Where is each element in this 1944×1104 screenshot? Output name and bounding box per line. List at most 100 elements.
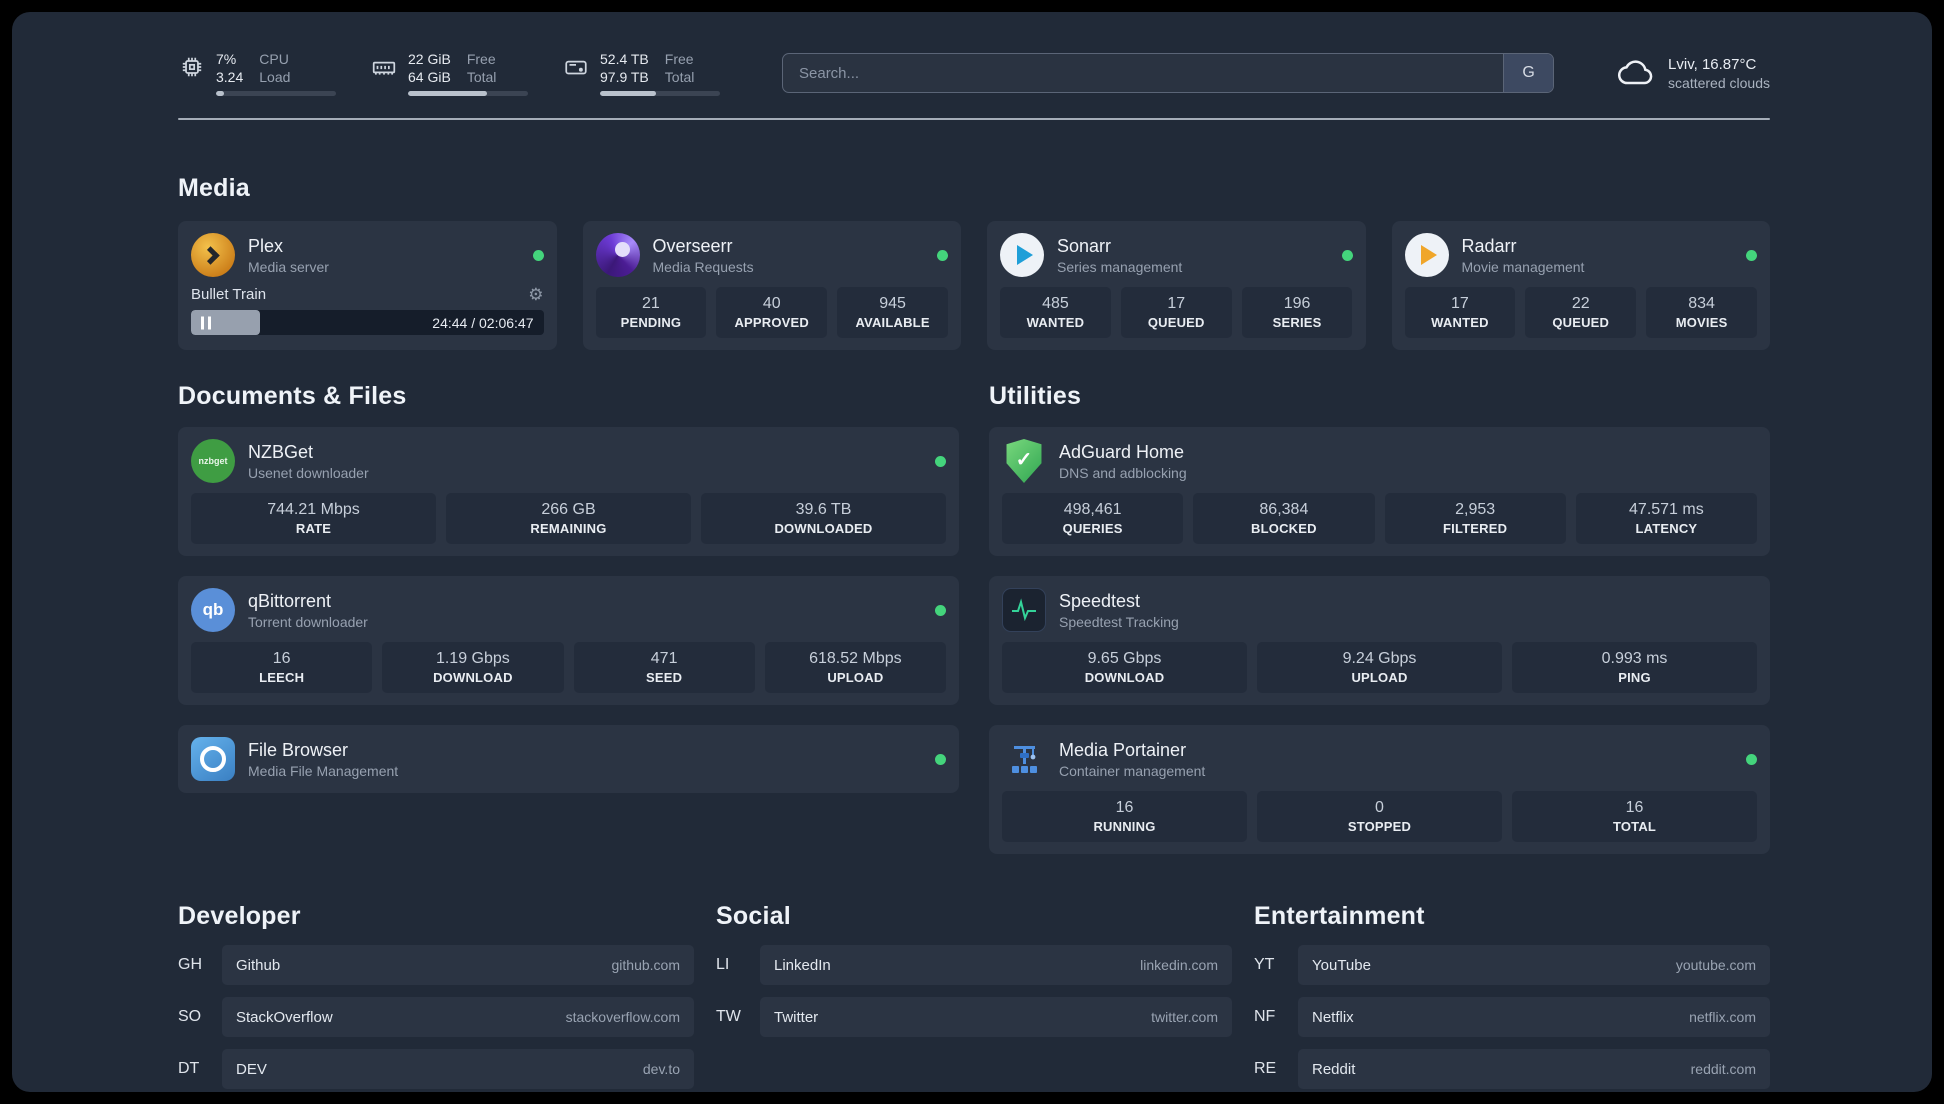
memory-label-free: Free [466, 51, 496, 67]
section-title-utilities: Utilities [989, 382, 1082, 410]
cpu-widget: 7% 3.24 CPU Load [178, 50, 336, 96]
service-description: DNS and adblocking [1059, 464, 1187, 481]
service-card-speedtest[interactable]: Speedtest Speedtest Tracking 9.65 Gbps D… [989, 576, 1770, 705]
bookmark-dev[interactable]: DT DEV dev.to [178, 1049, 694, 1089]
memory-total-value: 64 GiB [408, 69, 451, 85]
radarr-icon [1404, 233, 1449, 277]
disk-free-value: 52.4 TB [600, 51, 649, 67]
service-card-adguard-home[interactable]: AdGuard Home DNS and adblocking 498,461 … [989, 427, 1770, 556]
bookmark-url: twitter.com [1151, 1009, 1218, 1025]
bookmark-pill: DEV dev.to [222, 1049, 694, 1089]
section-title-entertainment: Entertainment [1254, 902, 1425, 930]
bookmark-pill: StackOverflow stackoverflow.com [222, 997, 694, 1037]
stat-total: 16 TOTAL [1512, 791, 1757, 842]
stat-movies: 834 MOVIES [1646, 287, 1757, 338]
bookmark-pill: YouTube youtube.com [1298, 945, 1770, 985]
stat-pending: 21 PENDING [595, 287, 707, 338]
service-description: Media File Management [248, 762, 399, 779]
bookmark-name: Netflix [1312, 1008, 1354, 1026]
section-title-social: Social [716, 902, 791, 930]
stat-seed: 471 SEED [573, 642, 755, 693]
status-dot-online [1746, 753, 1757, 765]
portainer-crane-icon [1002, 737, 1046, 781]
service-card-plex[interactable]: Plex Media server Bullet Train 24:44 / 0… [178, 221, 557, 350]
service-card-portainer[interactable]: Media Portainer Container management 16 … [989, 725, 1770, 854]
stat-stopped: 0 STOPPED [1257, 791, 1502, 842]
bookmark-netflix[interactable]: NF Netflix netflix.com [1254, 997, 1770, 1037]
section-title-media: Media [178, 174, 250, 202]
bookmark-stackoverflow[interactable]: SO StackOverflow stackoverflow.com [178, 997, 694, 1037]
disk-usage-bar [600, 91, 720, 96]
pause-icon[interactable] [201, 316, 211, 329]
seek-bar[interactable]: 24:44 / 02:06:47 [191, 310, 544, 335]
weather-location: Lviv, 16.87°C [1668, 55, 1757, 73]
memory-icon [370, 53, 398, 81]
stat-series: 196 SERIES [1241, 287, 1353, 338]
bookmark-twitter[interactable]: TW Twitter twitter.com [716, 997, 1232, 1037]
disk-total-value: 97.9 TB [600, 69, 649, 85]
bookmark-url: dev.to [642, 1061, 680, 1077]
service-name: AdGuard Home [1059, 441, 1185, 462]
stat-wanted: 485 WANTED [1000, 287, 1111, 338]
service-name: Radarr [1461, 235, 1517, 256]
disk-label-total: Total [664, 69, 695, 85]
service-card-radarr[interactable]: Radarr Movie management 17 WANTED 22 QUE… [1391, 221, 1770, 350]
bookmark-youtube[interactable]: YT YouTube youtube.com [1254, 945, 1770, 985]
bookmark-url: netflix.com [1689, 1009, 1756, 1025]
bookmark-name: Twitter [774, 1008, 819, 1026]
bookmarks-entertainment: Entertainment YT YouTube youtube.com NF … [1254, 902, 1770, 1092]
service-name: Media Portainer [1059, 739, 1187, 760]
service-card-qbittorrent[interactable]: qBittorrent Torrent downloader 16 LEECH … [178, 576, 959, 705]
weather-widget: Lviv, 16.87°C scattered clouds [1616, 53, 1770, 93]
service-description: Media Requests [652, 258, 754, 275]
service-card-overseerr[interactable]: Overseerr Media Requests 21 PENDING 40 A… [582, 221, 961, 350]
service-description: Usenet downloader [248, 464, 369, 481]
memory-label-total: Total [466, 69, 497, 85]
service-name: File Browser [248, 739, 349, 760]
stat-queued: 22 QUEUED [1525, 287, 1637, 338]
bookmark-abbr: SO [178, 1008, 202, 1025]
section-title-documents: Documents & Files [178, 382, 407, 410]
memory-usage-fill [408, 91, 488, 96]
stat-downloaded: 39.6 TB DOWNLOADED [701, 493, 946, 544]
stat-download: 9.65 Gbps DOWNLOAD [1002, 642, 1247, 693]
weather-condition: scattered clouds [1668, 74, 1770, 91]
bookmarks: Developer GH Github github.com SO StackO… [178, 902, 1770, 1092]
gear-icon[interactable] [528, 286, 543, 303]
status-dot-online [935, 604, 946, 616]
search-input[interactable] [783, 54, 1504, 92]
bookmark-reddit[interactable]: RE Reddit reddit.com [1254, 1049, 1770, 1089]
service-card-nzbget[interactable]: NZBGet Usenet downloader 744.21 Mbps RAT… [178, 427, 959, 556]
stat-leech: 16 LEECH [191, 642, 373, 693]
search-provider-button[interactable]: G [1503, 54, 1554, 92]
now-playing-title: Bullet Train [191, 286, 267, 303]
bookmark-github[interactable]: GH Github github.com [178, 945, 694, 985]
section-documents: Documents & Files NZBGet Usenet download… [178, 382, 959, 874]
bookmark-pill: LinkedIn linkedin.com [760, 945, 1232, 985]
dashboard-page: 7% 3.24 CPU Load 22 GiB 64 GiB Free Tota… [12, 12, 1932, 1092]
bookmark-name: YouTube [1312, 956, 1371, 974]
stat-queries: 498,461 QUERIES [1002, 493, 1184, 544]
stat-running: 16 RUNNING [1002, 791, 1247, 842]
bookmark-linkedin[interactable]: LI LinkedIn linkedin.com [716, 945, 1232, 985]
bookmark-abbr: GH [178, 956, 202, 973]
service-name: Speedtest [1059, 590, 1141, 611]
service-description: Torrent downloader [248, 613, 368, 630]
bookmark-name: Reddit [1312, 1060, 1356, 1078]
cpu-label-bottom: Load [259, 69, 291, 85]
service-name: Overseerr [652, 235, 733, 256]
service-name: Sonarr [1057, 235, 1112, 256]
adguard-shield-icon [1002, 439, 1046, 483]
service-name: qBittorrent [248, 590, 332, 611]
cpu-load-value: 3.24 [216, 69, 244, 85]
stat-available: 945 AVAILABLE [837, 287, 948, 338]
service-card-filebrowser[interactable]: File Browser Media File Management [178, 725, 959, 793]
stat-ping: 0.993 ms PING [1512, 642, 1757, 693]
service-description: Speedtest Tracking [1059, 613, 1179, 630]
qbittorrent-icon [191, 588, 235, 632]
bookmark-pill: Twitter twitter.com [760, 997, 1232, 1037]
stat-download: 1.19 Gbps DOWNLOAD [382, 642, 564, 693]
stat-remaining: 266 GB REMAINING [446, 493, 691, 544]
service-card-sonarr[interactable]: Sonarr Series management 485 WANTED 17 Q… [987, 221, 1366, 350]
stat-rate: 744.21 Mbps RATE [191, 493, 436, 544]
